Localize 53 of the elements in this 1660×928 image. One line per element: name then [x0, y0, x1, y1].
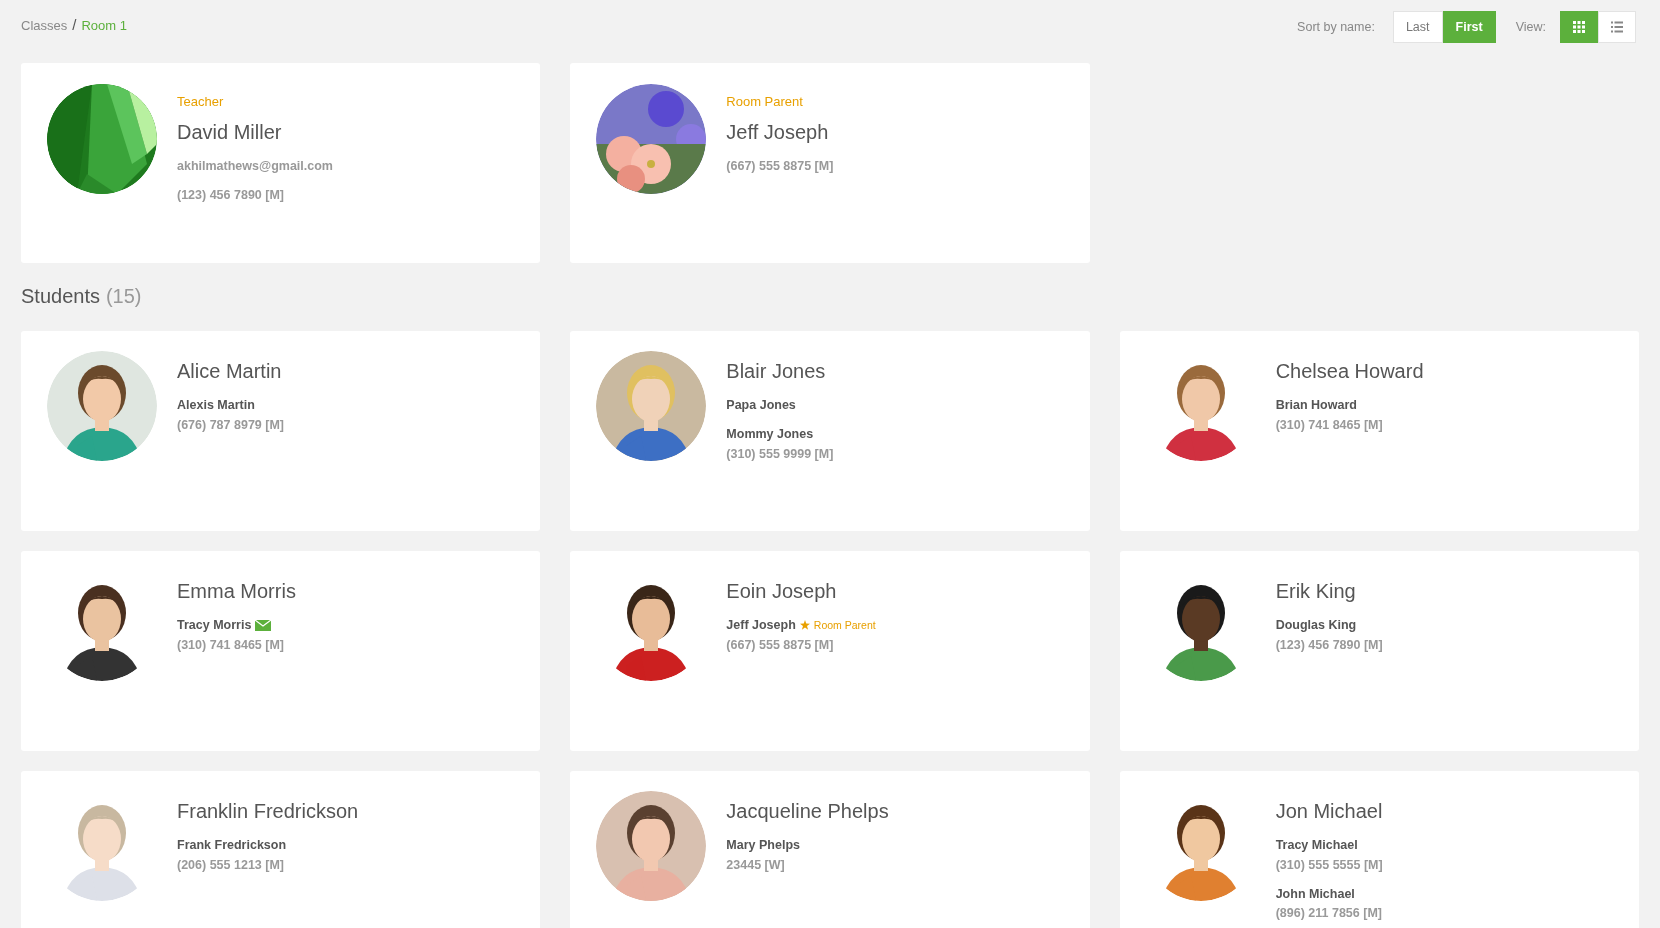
contact-detail: akhilmathews@gmail.com [177, 157, 333, 175]
parent-name: Tracy Michael [1275, 837, 1358, 854]
list-view-button[interactable] [1598, 11, 1636, 43]
phone-number: (310) 741 8465 [M] [1275, 416, 1384, 434]
student-name: Emma Morris [177, 579, 296, 604]
star-icon [799, 620, 810, 631]
role-label: Teacher [177, 93, 225, 111]
role-label: Room Parent [813, 617, 876, 633]
view-label: View: [1515, 18, 1546, 36]
student-name: Eoin Joseph [726, 579, 838, 604]
parent-name: Frank Fredrickson [177, 837, 287, 854]
parent-name: Douglas King [1275, 617, 1357, 634]
person-name: Jeff Joseph [726, 119, 830, 145]
phone-number: (206) 555 1213 [M] [177, 856, 285, 874]
student-name: Alice Martin [177, 359, 283, 384]
breadcrumb-separator: / [72, 15, 77, 35]
sort-button[interactable]: First [1442, 11, 1496, 43]
contact-detail: (123) 456 7890 [M] [177, 187, 285, 205]
role-label: Room Parent [726, 93, 804, 111]
phone-number: (123) 456 7890 [M] [1275, 636, 1383, 654]
parent-name: Papa Jones [726, 397, 796, 414]
student-name: Chelsea Howard [1275, 359, 1424, 384]
phone-number: (310) 555 9999 [M] [726, 445, 834, 463]
parent-name: Tracy Morris [177, 617, 252, 634]
student-name: Jon Michael [1275, 799, 1383, 824]
list-icon [1611, 21, 1623, 33]
sort-label: Sort by name: [1297, 18, 1375, 36]
sort-button[interactable]: Last [1392, 11, 1443, 43]
phone-number: (676) 787 8979 [M] [177, 416, 284, 434]
phone-number: (896) 211 7856 [M] [1275, 905, 1383, 923]
phone-number: (310) 741 8465 [M] [177, 636, 285, 654]
parent-name: Mommy Jones [726, 425, 814, 443]
phone-number: 23445 [W] [726, 856, 786, 874]
parent-name: Jeff Joseph [726, 617, 796, 634]
parent-name: Alexis Martin [177, 397, 255, 414]
envelope-icon [255, 619, 272, 631]
phone-number: (310) 555 5555 [M] [1275, 856, 1383, 874]
parent-name: Mary Phelps [726, 837, 800, 854]
grid-icon [1573, 21, 1585, 33]
phone-number: (667) 555 8875 [M] [726, 636, 835, 654]
breadcrumb-link[interactable]: Room 1 [81, 15, 127, 35]
student-name: Blair Jones [726, 359, 827, 384]
person-name: David Miller [177, 119, 283, 145]
section-heading: Students [21, 284, 100, 309]
breadcrumb-link[interactable]: Classes [21, 15, 68, 35]
student-name: Jacqueline Phelps [726, 799, 889, 824]
student-name: Erik King [1275, 579, 1357, 604]
grid-view-button[interactable] [1560, 11, 1598, 43]
contact-detail: (667) 555 8875 [M] [726, 157, 834, 175]
student-count: (15) [105, 284, 142, 309]
parent-name: Brian Howard [1275, 397, 1357, 414]
student-name: Franklin Fredrickson [177, 799, 359, 824]
parent-name: John Michael [1275, 885, 1355, 903]
